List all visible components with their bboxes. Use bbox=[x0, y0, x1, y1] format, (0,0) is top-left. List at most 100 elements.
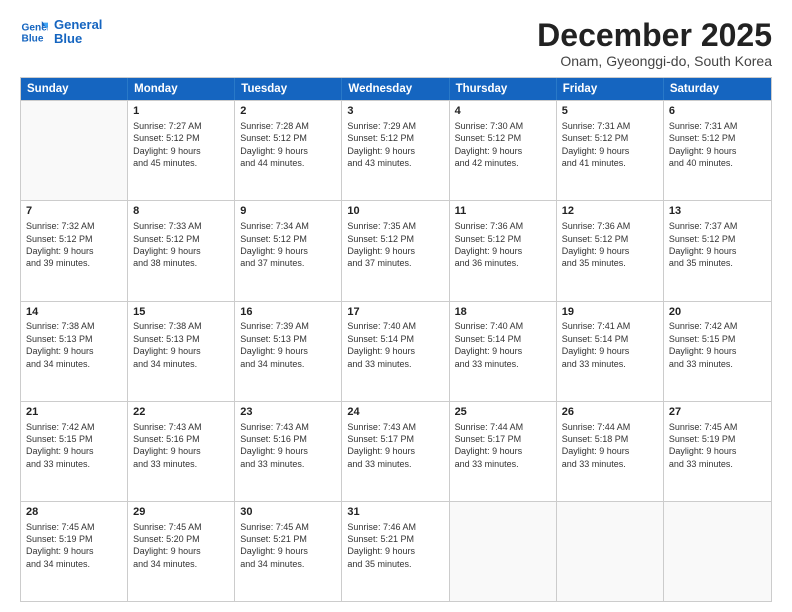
day-info: Sunrise: 7:33 AM Sunset: 5:12 PM Dayligh… bbox=[133, 220, 229, 270]
calendar-day-2: 2Sunrise: 7:28 AM Sunset: 5:12 PM Daylig… bbox=[235, 101, 342, 200]
day-number: 26 bbox=[562, 405, 658, 420]
day-number: 30 bbox=[240, 505, 336, 520]
calendar-day-9: 9Sunrise: 7:34 AM Sunset: 5:12 PM Daylig… bbox=[235, 201, 342, 300]
day-number: 28 bbox=[26, 505, 122, 520]
day-number: 20 bbox=[669, 305, 766, 320]
logo: General Blue General Blue bbox=[20, 18, 102, 47]
day-number: 9 bbox=[240, 204, 336, 219]
day-info: Sunrise: 7:37 AM Sunset: 5:12 PM Dayligh… bbox=[669, 220, 766, 270]
day-info: Sunrise: 7:40 AM Sunset: 5:14 PM Dayligh… bbox=[455, 320, 551, 370]
day-number: 23 bbox=[240, 405, 336, 420]
day-info: Sunrise: 7:43 AM Sunset: 5:16 PM Dayligh… bbox=[133, 421, 229, 471]
day-info: Sunrise: 7:35 AM Sunset: 5:12 PM Dayligh… bbox=[347, 220, 443, 270]
svg-text:Blue: Blue bbox=[22, 34, 44, 45]
header-cell-sunday: Sunday bbox=[21, 78, 128, 100]
calendar-day-13: 13Sunrise: 7:37 AM Sunset: 5:12 PM Dayli… bbox=[664, 201, 771, 300]
calendar-week-3: 14Sunrise: 7:38 AM Sunset: 5:13 PM Dayli… bbox=[21, 301, 771, 401]
header: General Blue General Blue December 2025 … bbox=[20, 18, 772, 69]
day-info: Sunrise: 7:44 AM Sunset: 5:17 PM Dayligh… bbox=[455, 421, 551, 471]
calendar-day-6: 6Sunrise: 7:31 AM Sunset: 5:12 PM Daylig… bbox=[664, 101, 771, 200]
header-cell-friday: Friday bbox=[557, 78, 664, 100]
day-number: 14 bbox=[26, 305, 122, 320]
calendar-day-17: 17Sunrise: 7:40 AM Sunset: 5:14 PM Dayli… bbox=[342, 302, 449, 401]
day-number: 5 bbox=[562, 104, 658, 119]
calendar-day-30: 30Sunrise: 7:45 AM Sunset: 5:21 PM Dayli… bbox=[235, 502, 342, 601]
day-info: Sunrise: 7:45 AM Sunset: 5:19 PM Dayligh… bbox=[26, 521, 122, 571]
calendar-day-1: 1Sunrise: 7:27 AM Sunset: 5:12 PM Daylig… bbox=[128, 101, 235, 200]
day-info: Sunrise: 7:43 AM Sunset: 5:16 PM Dayligh… bbox=[240, 421, 336, 471]
calendar-week-2: 7Sunrise: 7:32 AM Sunset: 5:12 PM Daylig… bbox=[21, 200, 771, 300]
day-number: 22 bbox=[133, 405, 229, 420]
calendar-day-12: 12Sunrise: 7:36 AM Sunset: 5:12 PM Dayli… bbox=[557, 201, 664, 300]
day-number: 2 bbox=[240, 104, 336, 119]
day-info: Sunrise: 7:38 AM Sunset: 5:13 PM Dayligh… bbox=[26, 320, 122, 370]
day-info: Sunrise: 7:45 AM Sunset: 5:20 PM Dayligh… bbox=[133, 521, 229, 571]
calendar-day-23: 23Sunrise: 7:43 AM Sunset: 5:16 PM Dayli… bbox=[235, 402, 342, 501]
calendar-empty-cell bbox=[450, 502, 557, 601]
header-cell-saturday: Saturday bbox=[664, 78, 771, 100]
day-number: 19 bbox=[562, 305, 658, 320]
day-info: Sunrise: 7:28 AM Sunset: 5:12 PM Dayligh… bbox=[240, 120, 336, 170]
calendar-day-7: 7Sunrise: 7:32 AM Sunset: 5:12 PM Daylig… bbox=[21, 201, 128, 300]
calendar-day-25: 25Sunrise: 7:44 AM Sunset: 5:17 PM Dayli… bbox=[450, 402, 557, 501]
day-number: 16 bbox=[240, 305, 336, 320]
day-number: 21 bbox=[26, 405, 122, 420]
day-info: Sunrise: 7:41 AM Sunset: 5:14 PM Dayligh… bbox=[562, 320, 658, 370]
logo-general: General bbox=[54, 18, 102, 32]
day-info: Sunrise: 7:31 AM Sunset: 5:12 PM Dayligh… bbox=[562, 120, 658, 170]
day-info: Sunrise: 7:42 AM Sunset: 5:15 PM Dayligh… bbox=[669, 320, 766, 370]
day-number: 11 bbox=[455, 204, 551, 219]
calendar-day-10: 10Sunrise: 7:35 AM Sunset: 5:12 PM Dayli… bbox=[342, 201, 449, 300]
calendar-day-16: 16Sunrise: 7:39 AM Sunset: 5:13 PM Dayli… bbox=[235, 302, 342, 401]
day-info: Sunrise: 7:30 AM Sunset: 5:12 PM Dayligh… bbox=[455, 120, 551, 170]
calendar-empty-cell bbox=[557, 502, 664, 601]
day-number: 6 bbox=[669, 104, 766, 119]
calendar-empty-cell bbox=[21, 101, 128, 200]
calendar-day-24: 24Sunrise: 7:43 AM Sunset: 5:17 PM Dayli… bbox=[342, 402, 449, 501]
day-info: Sunrise: 7:45 AM Sunset: 5:19 PM Dayligh… bbox=[669, 421, 766, 471]
day-number: 10 bbox=[347, 204, 443, 219]
day-number: 27 bbox=[669, 405, 766, 420]
calendar-day-28: 28Sunrise: 7:45 AM Sunset: 5:19 PM Dayli… bbox=[21, 502, 128, 601]
calendar-day-20: 20Sunrise: 7:42 AM Sunset: 5:15 PM Dayli… bbox=[664, 302, 771, 401]
logo-blue: Blue bbox=[54, 32, 102, 46]
day-info: Sunrise: 7:39 AM Sunset: 5:13 PM Dayligh… bbox=[240, 320, 336, 370]
title-block: December 2025 Onam, Gyeonggi-do, South K… bbox=[537, 18, 772, 69]
calendar-empty-cell bbox=[664, 502, 771, 601]
calendar-day-14: 14Sunrise: 7:38 AM Sunset: 5:13 PM Dayli… bbox=[21, 302, 128, 401]
header-cell-monday: Monday bbox=[128, 78, 235, 100]
calendar-day-8: 8Sunrise: 7:33 AM Sunset: 5:12 PM Daylig… bbox=[128, 201, 235, 300]
calendar-day-21: 21Sunrise: 7:42 AM Sunset: 5:15 PM Dayli… bbox=[21, 402, 128, 501]
calendar-week-4: 21Sunrise: 7:42 AM Sunset: 5:15 PM Dayli… bbox=[21, 401, 771, 501]
header-cell-thursday: Thursday bbox=[450, 78, 557, 100]
calendar-day-15: 15Sunrise: 7:38 AM Sunset: 5:13 PM Dayli… bbox=[128, 302, 235, 401]
day-info: Sunrise: 7:36 AM Sunset: 5:12 PM Dayligh… bbox=[455, 220, 551, 270]
day-number: 4 bbox=[455, 104, 551, 119]
calendar-day-27: 27Sunrise: 7:45 AM Sunset: 5:19 PM Dayli… bbox=[664, 402, 771, 501]
day-number: 7 bbox=[26, 204, 122, 219]
calendar-day-3: 3Sunrise: 7:29 AM Sunset: 5:12 PM Daylig… bbox=[342, 101, 449, 200]
day-info: Sunrise: 7:32 AM Sunset: 5:12 PM Dayligh… bbox=[26, 220, 122, 270]
day-number: 31 bbox=[347, 505, 443, 520]
calendar-header-row: SundayMondayTuesdayWednesdayThursdayFrid… bbox=[21, 78, 771, 100]
day-info: Sunrise: 7:42 AM Sunset: 5:15 PM Dayligh… bbox=[26, 421, 122, 471]
day-info: Sunrise: 7:43 AM Sunset: 5:17 PM Dayligh… bbox=[347, 421, 443, 471]
day-info: Sunrise: 7:46 AM Sunset: 5:21 PM Dayligh… bbox=[347, 521, 443, 571]
day-info: Sunrise: 7:40 AM Sunset: 5:14 PM Dayligh… bbox=[347, 320, 443, 370]
day-number: 3 bbox=[347, 104, 443, 119]
day-info: Sunrise: 7:29 AM Sunset: 5:12 PM Dayligh… bbox=[347, 120, 443, 170]
calendar-week-1: 1Sunrise: 7:27 AM Sunset: 5:12 PM Daylig… bbox=[21, 100, 771, 200]
calendar-day-29: 29Sunrise: 7:45 AM Sunset: 5:20 PM Dayli… bbox=[128, 502, 235, 601]
calendar-day-26: 26Sunrise: 7:44 AM Sunset: 5:18 PM Dayli… bbox=[557, 402, 664, 501]
day-number: 29 bbox=[133, 505, 229, 520]
header-cell-wednesday: Wednesday bbox=[342, 78, 449, 100]
calendar-body: 1Sunrise: 7:27 AM Sunset: 5:12 PM Daylig… bbox=[21, 100, 771, 601]
day-info: Sunrise: 7:45 AM Sunset: 5:21 PM Dayligh… bbox=[240, 521, 336, 571]
day-info: Sunrise: 7:27 AM Sunset: 5:12 PM Dayligh… bbox=[133, 120, 229, 170]
month-title: December 2025 bbox=[537, 18, 772, 53]
day-info: Sunrise: 7:34 AM Sunset: 5:12 PM Dayligh… bbox=[240, 220, 336, 270]
calendar-week-5: 28Sunrise: 7:45 AM Sunset: 5:19 PM Dayli… bbox=[21, 501, 771, 601]
day-info: Sunrise: 7:44 AM Sunset: 5:18 PM Dayligh… bbox=[562, 421, 658, 471]
day-number: 18 bbox=[455, 305, 551, 320]
day-number: 15 bbox=[133, 305, 229, 320]
